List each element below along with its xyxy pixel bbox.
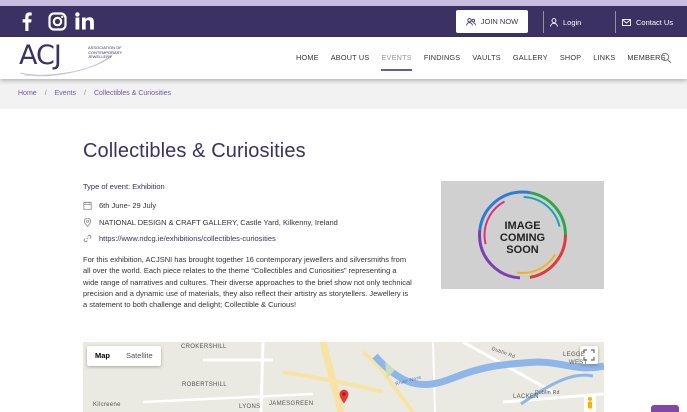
logo-text: ACJ xyxy=(19,40,62,71)
nav-events[interactable]: EVENTS xyxy=(381,53,413,71)
nav-shop[interactable]: SHOP xyxy=(560,53,581,62)
join-now-button[interactable]: JOIN NOW xyxy=(456,10,528,33)
breadcrumb-separator: / xyxy=(84,90,86,97)
map-label: WEST xyxy=(569,360,588,366)
location-pin-icon xyxy=(83,218,92,227)
map-type-toggle: Map Satellite xyxy=(87,346,161,366)
breadcrumb: Home / Events / Collectibles & Curiositi… xyxy=(18,90,171,97)
map-tab-satellite[interactable]: Satellite xyxy=(118,346,161,366)
map-marker-icon[interactable] xyxy=(339,389,349,404)
top-bar: JOIN NOW Login Contact Us xyxy=(0,6,687,37)
page-title: Collectibles & Curiosities xyxy=(83,140,306,162)
event-description: For this exhibition, ACJSNI has brought … xyxy=(83,255,412,310)
event-url: https://www.ndcg.ie/exhibitions/collecti… xyxy=(83,234,276,243)
search-icon[interactable] xyxy=(660,52,672,64)
join-now-label: JOIN NOW xyxy=(480,17,519,26)
map-label: Dublin Rd xyxy=(535,390,560,396)
login-label: Login xyxy=(563,17,582,27)
map-label: JAMESGREEN xyxy=(269,401,314,407)
event-dates-text: 6th June- 29 July xyxy=(99,201,157,210)
map-label: LYONS xyxy=(239,404,261,410)
breadcrumb-home[interactable]: Home xyxy=(18,90,37,97)
nav-gallery[interactable]: GALLERY xyxy=(513,53,548,62)
user-icon xyxy=(550,17,558,27)
site-header: ACJ ASSOCIATION OF CONTEMPORARY JEWELLER… xyxy=(0,37,687,79)
image-text-line-3: SOON xyxy=(506,244,539,256)
nav-links[interactable]: LINKS xyxy=(593,53,615,62)
breadcrumb-current: Collectibles & Curiosities xyxy=(94,90,172,97)
event-venue: NATIONAL DESIGN & CRAFT GALLERY, Castle … xyxy=(83,218,338,227)
contact-us-link[interactable]: Contact Us xyxy=(615,11,673,33)
linkedin-icon[interactable] xyxy=(74,10,96,32)
logo-subtitle: ASSOCIATION OF CONTEMPORARY JEWELLERY xyxy=(88,45,123,60)
users-icon xyxy=(465,17,476,26)
calendar-icon xyxy=(83,201,92,210)
map-label: ROBERTSHILL xyxy=(182,382,227,388)
breadcrumb-bar: Home / Events / Collectibles & Curiositi… xyxy=(0,79,687,109)
login-link[interactable]: Login xyxy=(543,11,581,33)
event-dates: 6th June- 29 July xyxy=(83,201,156,210)
street-view-pegman-icon[interactable] xyxy=(584,395,596,412)
map-label: CROKERSHILL xyxy=(181,344,227,350)
image-coming-soon-placeholder: IMAGE COMING SOON xyxy=(441,181,604,289)
map-tab-map[interactable]: Map xyxy=(87,346,118,366)
nav-findings[interactable]: FINDINGS xyxy=(424,53,460,62)
link-icon xyxy=(83,234,92,243)
main-nav: HOME ABOUT US EVENTS FINDINGS VAULTS GAL… xyxy=(296,53,666,71)
map-label: LEGGE xyxy=(563,352,586,358)
acj-logo[interactable]: ACJ ASSOCIATION OF CONTEMPORARY JEWELLER… xyxy=(14,39,124,77)
event-venue-text: NATIONAL DESIGN & CRAFT GALLERY, Castle … xyxy=(99,218,338,227)
image-text-line-2: COMING xyxy=(499,232,546,244)
nav-about-us[interactable]: ABOUT US xyxy=(331,53,370,62)
event-url-link[interactable]: https://www.ndcg.ie/exhibitions/collecti… xyxy=(99,234,276,243)
breadcrumb-events[interactable]: Events xyxy=(55,90,76,97)
instagram-icon[interactable] xyxy=(46,10,68,32)
map-label: Kilcreene xyxy=(93,402,121,408)
facebook-icon[interactable] xyxy=(20,10,34,32)
contact-us-label: Contact Us xyxy=(636,17,674,27)
envelope-icon xyxy=(622,18,631,26)
breadcrumb-separator: / xyxy=(44,90,47,97)
location-map[interactable]: Map Satellite CROKERSHILL ROBERTSHILL LY… xyxy=(83,342,604,412)
nav-home[interactable]: HOME xyxy=(296,53,319,62)
chat-widget-button[interactable] xyxy=(651,405,679,412)
nav-vaults[interactable]: VAULTS xyxy=(472,53,501,62)
event-type: Type of event: Exhibition xyxy=(83,182,165,191)
image-text-line-1: IMAGE xyxy=(504,220,541,232)
